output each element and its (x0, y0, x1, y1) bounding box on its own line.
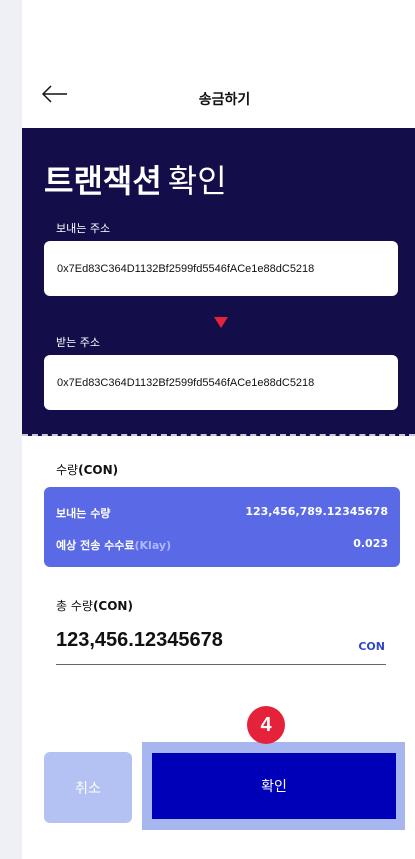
total-underline (56, 664, 386, 665)
receiver-address-field: 0x7Ed83C364D1132Bf2599fd5546fACe1e88dC52… (44, 355, 398, 410)
transaction-title: 트랜잭션 확인 (44, 156, 227, 202)
confirm-button[interactable]: 확인 (152, 753, 396, 819)
fee-label-text: 예상 전송 수수료 (56, 539, 135, 552)
total-unit-label: (CON) (92, 599, 133, 613)
send-amount-row: 보내는 수량 123,456,789.12345678 (56, 505, 388, 521)
page-title: 송금하기 (198, 92, 251, 108)
total-unit: CON (358, 640, 385, 653)
title-light: 확인 (167, 162, 227, 200)
cancel-button[interactable]: 취소 (44, 752, 132, 823)
amount-summary-box: 보내는 수량 123,456,789.12345678 예상 전송 수수료(Kl… (44, 487, 400, 567)
sender-address-field: 0x7Ed83C364D1132Bf2599fd5546fACe1e88dC52… (44, 241, 398, 296)
total-amount-value: 123,456.12345678 (56, 629, 223, 651)
total-label: 총 수량(CON) (56, 597, 133, 614)
amount-label: 수량(CON) (56, 461, 118, 478)
send-amount-label: 보내는 수량 (56, 507, 111, 520)
amount-label-text: 수량 (56, 463, 79, 477)
fee-label: 예상 전송 수수료(Klay) (56, 537, 171, 553)
sender-label: 보내는 주소 (56, 222, 111, 235)
step-badge: 4 (247, 706, 285, 744)
fee-unit: (Klay) (134, 539, 172, 552)
receiver-label: 받는 주소 (56, 336, 100, 349)
title-bold: 트랜잭션 (44, 162, 162, 200)
divider (22, 434, 415, 436)
phone-screen: 송금하기 트랜잭션 확인 보내는 주소 0x7Ed83C364D1132Bf259… (22, 0, 415, 859)
total-label-text: 총 수량 (56, 599, 93, 613)
header: 송금하기 (22, 0, 415, 128)
confirm-button-highlight: 확인 (142, 742, 405, 830)
arrow-down-icon (214, 317, 228, 328)
fee-value: 0.023 (353, 537, 388, 550)
fee-row: 예상 전송 수수료(Klay) 0.023 (56, 537, 388, 553)
amount-unit-label: (CON) (78, 463, 119, 477)
send-amount-value: 123,456,789.12345678 (245, 505, 388, 518)
